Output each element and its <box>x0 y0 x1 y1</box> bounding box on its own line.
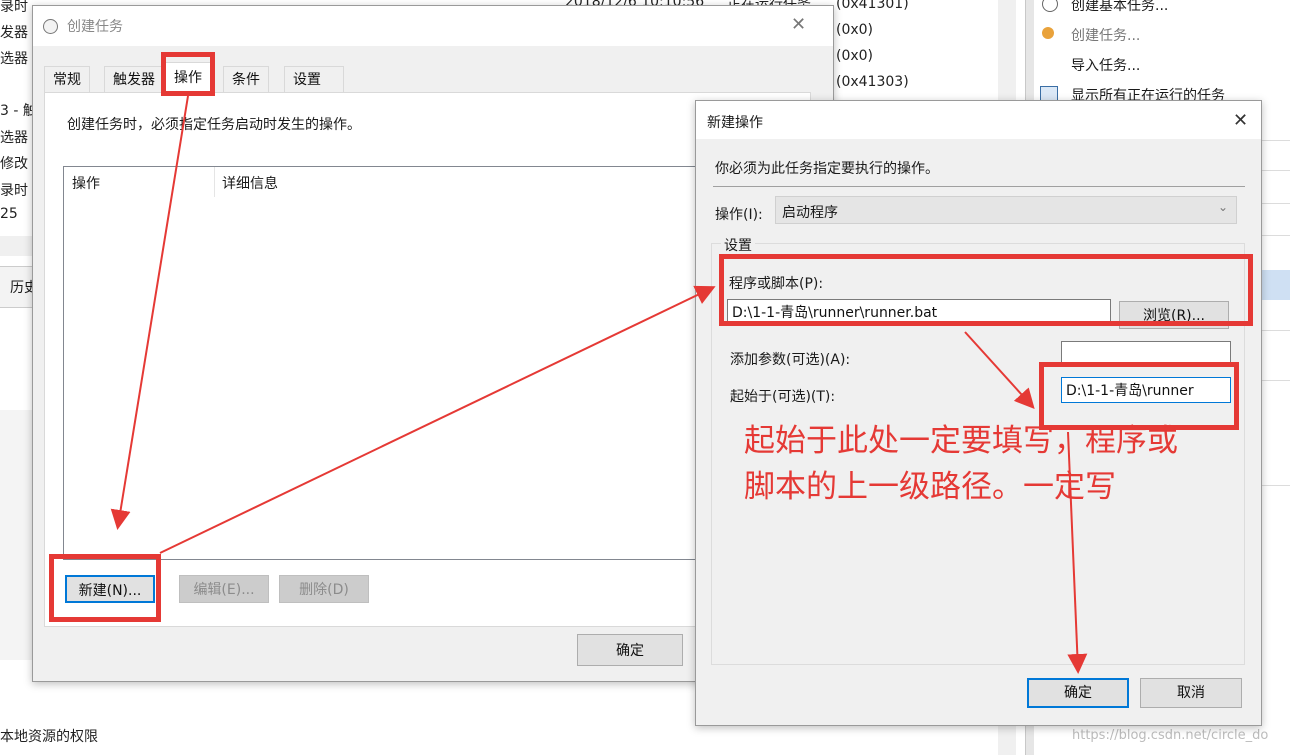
divider <box>1262 140 1290 141</box>
bg-tab-strip <box>0 236 32 256</box>
column-divider <box>214 167 215 197</box>
annotation-line-1: 起始于此处一定要填写，程序或 <box>744 423 1178 459</box>
action-type-value: 启动程序 <box>782 205 838 221</box>
bg-label: 录时 <box>0 0 28 15</box>
delete-action-button[interactable]: 删除(D) <box>279 575 369 603</box>
annotation-line-2: 脚本的上一级路径。一定写 <box>744 469 1116 505</box>
action-label: 创建基本任务... <box>1071 0 1169 14</box>
result-code: (0x0) <box>836 48 874 64</box>
settings-group-label: 设置 <box>721 235 755 255</box>
tab-conditions[interactable]: 条件 <box>223 66 269 94</box>
close-icon[interactable]: ✕ <box>791 14 806 35</box>
highlight-actions-tab <box>161 52 215 96</box>
ok-button[interactable]: 确定 <box>577 634 683 666</box>
bg-bottom-text: 本地资源的权限 <box>0 729 98 745</box>
result-code: (0x41303) <box>836 74 909 90</box>
separator <box>713 186 1245 187</box>
actions-list[interactable]: 操作 详细信息 <box>63 166 805 560</box>
tab-triggers[interactable]: 触发器 <box>104 66 164 94</box>
tab-general[interactable]: 常规 <box>44 66 90 94</box>
bg-label: 录时 <box>0 183 28 199</box>
divider <box>1262 380 1290 381</box>
action-item[interactable]: 导入任务... <box>1034 52 1290 76</box>
dialog-title: 新建操作 <box>707 115 763 131</box>
action-label: 导入任务... <box>1071 58 1141 74</box>
bg-label: 修改 <box>0 156 28 172</box>
close-icon[interactable]: ✕ <box>1233 110 1248 131</box>
tab-settings[interactable]: 设置 <box>284 66 344 94</box>
create-task-icon <box>1042 27 1054 39</box>
dialog-titlebar <box>696 101 1261 139</box>
highlight-program-field <box>719 254 1253 326</box>
watermark: https://blog.csdn.net/circle_do <box>1072 728 1269 743</box>
bg-label: 25 <box>0 206 18 222</box>
divider <box>1262 330 1290 331</box>
chevron-down-icon: ⌄ <box>1217 200 1228 214</box>
instruction-text: 你必须为此任务指定要执行的操作。 <box>715 161 939 177</box>
column-header-action[interactable]: 操作 <box>72 173 100 193</box>
ok-button[interactable]: 确定 <box>1027 678 1129 708</box>
task-wizard-icon <box>1042 0 1058 12</box>
dialog-title: 创建任务 <box>67 19 123 35</box>
action-label: 创建任务... <box>1071 28 1141 44</box>
cancel-button[interactable]: 取消 <box>1140 678 1242 708</box>
annotation-text: 起始于此处一定要填写，程序或 脚本的上一级路径。一定写 <box>744 418 1178 510</box>
bg-lower-area <box>0 410 32 660</box>
start-in-label: 起始于(可选)(T): <box>730 389 836 405</box>
result-code: (0x41301) <box>836 0 909 12</box>
divider <box>1262 235 1290 236</box>
result-code: (0x0) <box>836 22 874 38</box>
args-label: 添加参数(可选)(A): <box>730 352 851 368</box>
tab-description: 创建任务时，必须指定任务启动时发生的操作。 <box>67 117 361 133</box>
column-header-details[interactable]: 详细信息 <box>222 173 278 193</box>
action-item[interactable]: 创建任务... <box>1034 22 1290 46</box>
action-type-label: 操作(I): <box>715 207 763 223</box>
divider <box>1262 170 1290 171</box>
history-tab[interactable]: 历史 <box>0 266 38 308</box>
clock-icon <box>43 19 58 34</box>
bg-label: 选器 <box>0 130 28 146</box>
bg-label: 发器 <box>0 25 28 41</box>
divider <box>1262 203 1290 204</box>
highlight-new-button <box>49 554 161 622</box>
divider <box>1262 485 1290 486</box>
selected-row[interactable] <box>1262 270 1290 300</box>
edit-action-button[interactable]: 编辑(E)... <box>179 575 269 603</box>
action-type-select[interactable]: 启动程序 ⌄ <box>775 196 1237 224</box>
action-item[interactable]: 创建基本任务... <box>1034 0 1290 16</box>
bg-label: 选器 <box>0 51 28 67</box>
